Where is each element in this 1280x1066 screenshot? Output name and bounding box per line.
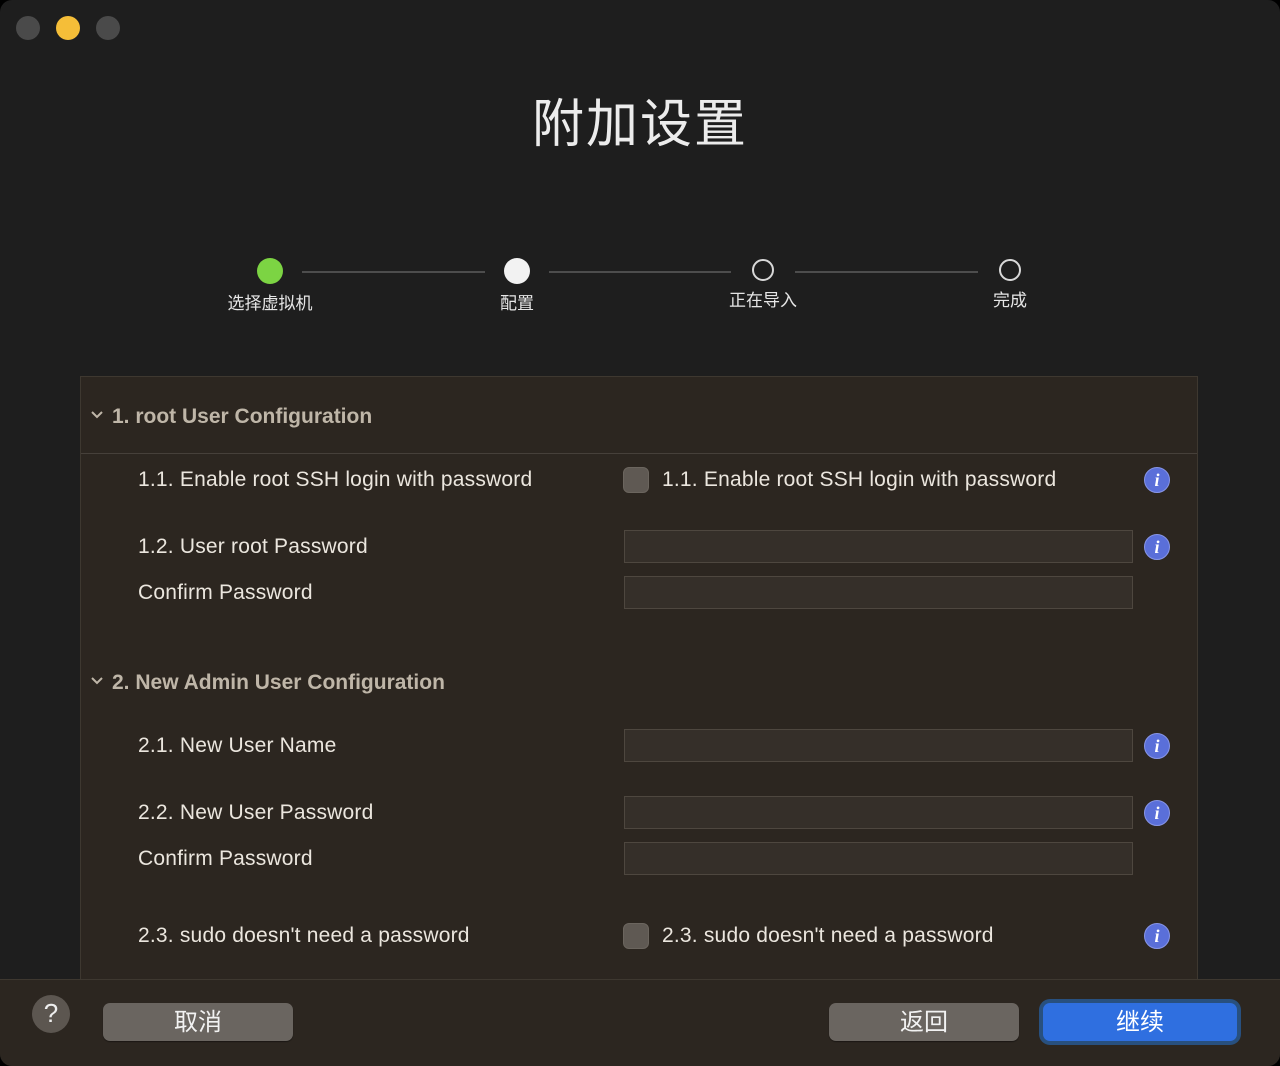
step-done-indicator xyxy=(257,258,283,284)
step-importing: 正在导入 xyxy=(703,255,823,311)
zoom-window-button[interactable] xyxy=(96,16,120,40)
cancel-button[interactable]: 取消 xyxy=(103,1003,293,1041)
admin-password-label: 2.2. New User Password xyxy=(138,801,374,824)
step-pending-indicator xyxy=(999,259,1021,281)
help-button[interactable]: ? xyxy=(32,995,70,1033)
import-wizard-window: 附加设置 选择虚拟机 配置 正在导入 完成 1. root User Confi… xyxy=(0,0,1280,1066)
step-label: 选择虚拟机 xyxy=(227,294,313,314)
admin-username-label: 2.1. New User Name xyxy=(138,734,337,757)
section-root-header[interactable]: 1. root User Configuration xyxy=(81,405,1197,435)
step-configure: 配置 xyxy=(457,255,577,314)
section-title: 2. New Admin User Configuration xyxy=(112,671,445,694)
section-divider xyxy=(81,453,1197,454)
sudo-checkbox[interactable] xyxy=(623,923,649,949)
root-ssh-checkbox[interactable] xyxy=(623,467,649,493)
section-title: 1. root User Configuration xyxy=(112,405,373,428)
admin-confirm-password-field[interactable] xyxy=(624,842,1133,875)
info-icon[interactable]: i xyxy=(1144,534,1170,560)
admin-password-field[interactable] xyxy=(624,796,1133,829)
settings-panel[interactable]: 1. root User Configuration 1.1. Enable r… xyxy=(80,376,1198,980)
root-confirm-label: Confirm Password xyxy=(138,581,313,604)
step-label: 完成 xyxy=(993,291,1027,311)
close-window-button[interactable] xyxy=(16,16,40,40)
step-label: 正在导入 xyxy=(729,291,797,311)
info-icon[interactable]: i xyxy=(1144,800,1170,826)
root-password-field[interactable] xyxy=(624,530,1133,563)
chevron-down-icon xyxy=(91,411,103,419)
page-title: 附加设置 xyxy=(531,95,748,155)
info-icon[interactable]: i xyxy=(1144,923,1170,949)
sudo-checkbox-label[interactable]: 2.3. sudo doesn't need a password xyxy=(662,924,994,948)
step-label: 配置 xyxy=(500,294,534,314)
root-ssh-checkbox-label[interactable]: 1.1. Enable root SSH login with password xyxy=(662,468,1056,492)
footer-bar: ? 取消 返回 继续 xyxy=(0,979,1280,1066)
step-pending-indicator xyxy=(752,259,774,281)
root-confirm-password-field[interactable] xyxy=(624,576,1133,609)
admin-confirm-label: Confirm Password xyxy=(138,847,313,870)
back-button[interactable]: 返回 xyxy=(829,1003,1019,1041)
admin-username-field[interactable] xyxy=(624,729,1133,762)
root-password-label: 1.2. User root Password xyxy=(138,535,368,558)
continue-button[interactable]: 继续 xyxy=(1043,1003,1237,1041)
step-select-vm: 选择虚拟机 xyxy=(210,255,330,314)
minimize-window-button[interactable] xyxy=(56,16,80,40)
step-current-indicator xyxy=(504,258,530,284)
info-icon[interactable]: i xyxy=(1144,467,1170,493)
info-icon[interactable]: i xyxy=(1144,733,1170,759)
chevron-down-icon xyxy=(91,677,103,685)
section-admin-header[interactable]: 2. New Admin User Configuration xyxy=(81,671,1197,701)
root-ssh-label: 1.1. Enable root SSH login with password xyxy=(138,468,533,491)
sudo-label: 2.3. sudo doesn't need a password xyxy=(138,924,470,947)
step-finish: 完成 xyxy=(950,255,1070,311)
progress-steps: 选择虚拟机 配置 正在导入 完成 xyxy=(0,255,1280,325)
